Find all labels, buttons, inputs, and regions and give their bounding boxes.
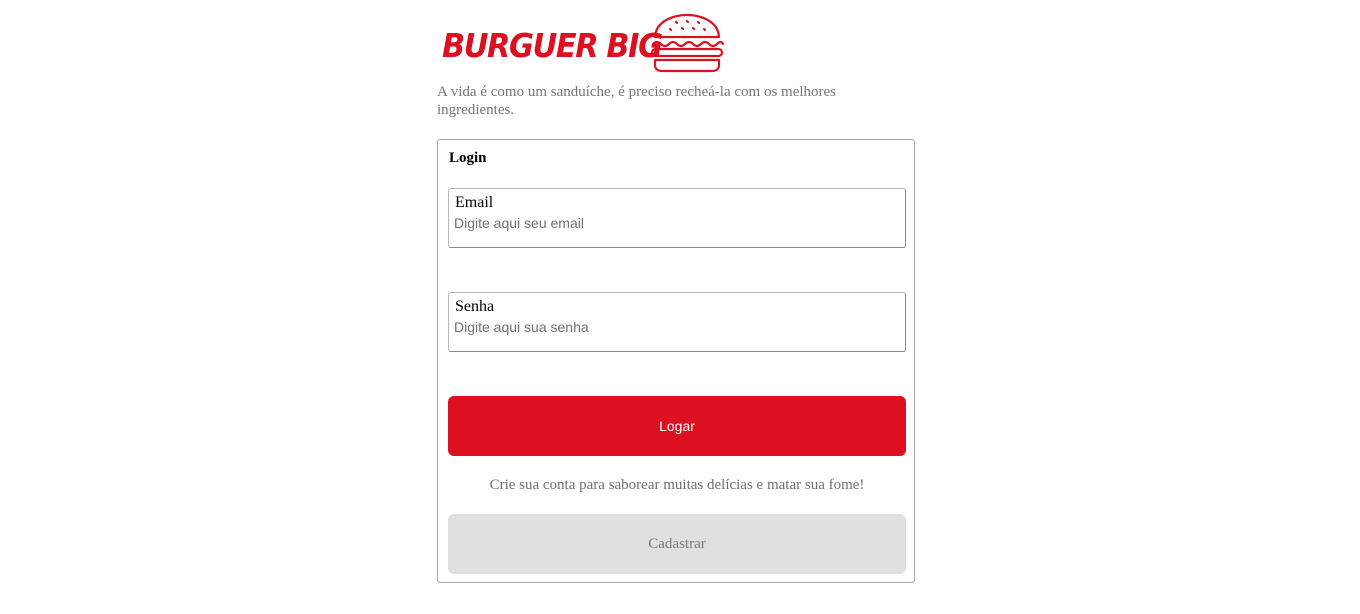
tagline: A vida é como um sanduíche, é preciso re… xyxy=(437,84,837,118)
password-label: Senha xyxy=(455,298,495,315)
login-title: Login xyxy=(449,150,487,166)
email-label: Email xyxy=(455,194,494,211)
login-card: Login Email Senha Logar Crie sua conta p… xyxy=(437,139,915,583)
brand-logo: BURGUER BIG xyxy=(440,12,730,76)
signup-prompt: Crie sua conta para saborear muitas delí… xyxy=(489,477,865,493)
password-field[interactable]: Senha xyxy=(448,292,906,352)
brand-name: BURGUER BIG xyxy=(442,26,663,65)
signup-button[interactable]: Cadastrar xyxy=(448,514,906,574)
login-page: BURGUER BIG A vida é como um sanduíche, … xyxy=(0,0,1360,614)
email-field[interactable]: Email xyxy=(448,188,906,248)
login-button[interactable]: Logar xyxy=(448,396,906,456)
email-input[interactable] xyxy=(454,215,894,231)
burger-icon xyxy=(650,13,725,73)
password-input[interactable] xyxy=(454,319,894,335)
